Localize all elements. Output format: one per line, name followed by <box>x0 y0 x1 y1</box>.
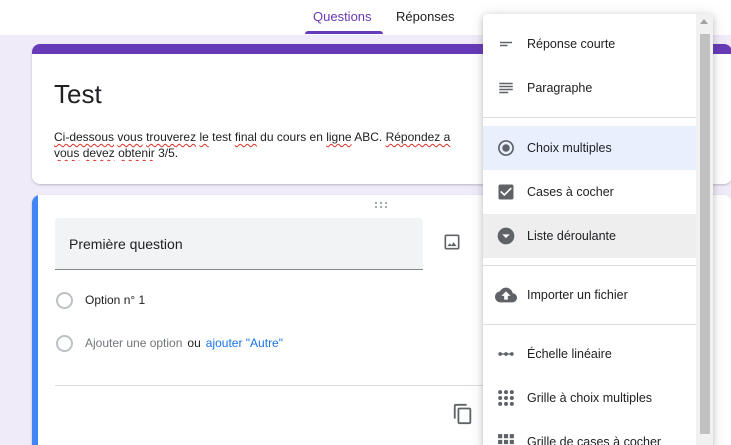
question-title-input[interactable]: Première question <box>55 218 423 270</box>
description-line-2: vous devez obtenir 3/5. <box>54 145 484 161</box>
menu-item-label: Importer un fichier <box>527 288 628 302</box>
active-tab-indicator <box>305 31 383 34</box>
menu-item-multiple-choice-grid[interactable]: Grille à choix multiples <box>483 376 696 420</box>
add-other-link[interactable]: ajouter "Autre" <box>206 336 283 350</box>
card-footer-divider <box>55 385 515 386</box>
checkbox-grid-icon <box>494 430 518 445</box>
menu-divider <box>483 324 696 325</box>
tab-questions[interactable]: Questions <box>313 9 372 24</box>
spellcheck-word: final <box>234 130 257 144</box>
menu-item-paragraph[interactable]: Paragraphe <box>483 66 696 110</box>
spellcheck-word: vous <box>117 130 143 144</box>
description-text: test <box>208 130 235 144</box>
spellcheck-word: Répondez a <box>385 130 451 144</box>
add-image-icon[interactable] <box>442 232 462 252</box>
menu-item-dropdown[interactable]: Liste déroulante <box>483 214 696 258</box>
linear-scale-icon <box>494 342 518 366</box>
question-title-text: Première question <box>69 236 183 252</box>
description-text: 3/5. <box>154 146 179 160</box>
active-card-indicator <box>32 195 38 445</box>
duplicate-icon[interactable] <box>452 403 474 425</box>
question-type-menu[interactable]: Réponse courte Paragraphe Choix multiple… <box>483 14 713 445</box>
option-label-1[interactable]: Option n° 1 <box>85 293 145 307</box>
radio-button-icon <box>494 136 518 160</box>
tab-responses[interactable]: Réponses <box>396 9 455 24</box>
form-title[interactable]: Test <box>54 79 102 110</box>
spellcheck-word: devez <box>82 146 115 160</box>
spellcheck-word: le <box>199 130 209 144</box>
menu-item-label: Cases à cocher <box>527 185 614 199</box>
drag-handle-icon[interactable] <box>374 201 388 209</box>
menu-scrollbar-thumb[interactable] <box>700 34 710 434</box>
menu-divider <box>483 265 696 266</box>
paragraph-icon <box>494 76 518 100</box>
dropdown-icon <box>494 224 518 248</box>
spellcheck-word: Ci-dessous <box>54 130 115 144</box>
short-answer-icon <box>494 32 518 56</box>
or-label: ou <box>187 336 201 350</box>
menu-divider <box>483 117 696 118</box>
form-description[interactable]: Ci-dessous vous trouverez le test final … <box>54 129 484 161</box>
menu-item-checkboxes[interactable]: Cases à cocher <box>483 170 696 214</box>
menu-item-label: Échelle linéaire <box>527 347 612 361</box>
menu-item-label: Choix multiples <box>527 141 612 155</box>
menu-item-label: Réponse courte <box>527 37 616 51</box>
grid-icon <box>494 386 518 410</box>
menu-item-short-answer[interactable]: Réponse courte <box>483 22 696 66</box>
menu-item-linear-scale[interactable]: Échelle linéaire <box>483 332 696 376</box>
menu-item-multiple-choice[interactable]: Choix multiples <box>483 126 696 170</box>
menu-item-file-upload[interactable]: Importer un fichier <box>483 273 696 317</box>
spellcheck-word: obtenir <box>118 146 155 160</box>
menu-item-label: Grille de cases à cocher <box>527 435 662 445</box>
description-line-1: Ci-dessous vous trouverez le test final … <box>54 129 484 145</box>
add-option-link[interactable]: Ajouter une option <box>85 336 182 350</box>
spellcheck-word: ligne <box>326 130 352 144</box>
checkbox-icon <box>494 180 518 204</box>
spellcheck-word: vous <box>54 146 80 160</box>
cloud-upload-icon <box>494 283 518 307</box>
scroll-up-arrow-icon[interactable] <box>700 19 708 24</box>
menu-item-label: Paragraphe <box>527 81 593 95</box>
menu-item-label: Grille à choix multiples <box>527 391 653 405</box>
description-text: du cours en <box>256 130 327 144</box>
menu-item-checkbox-grid[interactable]: Grille de cases à cocher <box>483 420 696 445</box>
option-row-1[interactable]: Option n° 1 <box>56 290 145 310</box>
menu-item-label: Liste déroulante <box>527 229 616 243</box>
spellcheck-word: trouverez <box>146 130 197 144</box>
radio-circle-icon <box>56 291 73 309</box>
radio-circle-icon <box>56 334 73 352</box>
description-text: ABC. <box>351 130 386 144</box>
add-option-row[interactable]: Ajouter une option ou ajouter "Autre" <box>56 333 283 353</box>
